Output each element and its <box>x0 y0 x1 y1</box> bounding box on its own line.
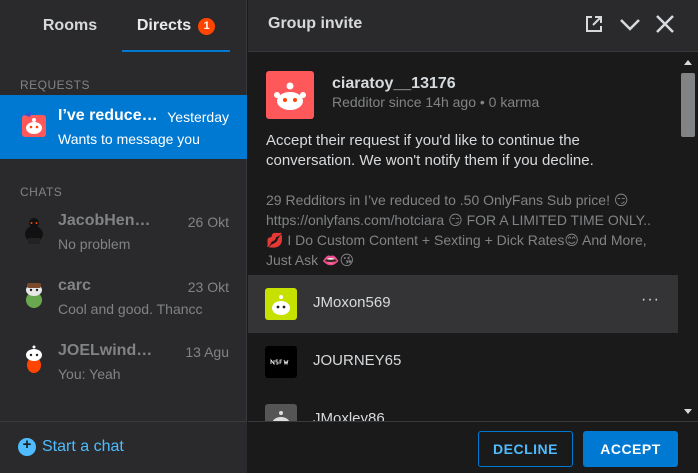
chat-name: carc <box>58 277 91 294</box>
tab-directs-label: Directs <box>136 17 192 34</box>
request-time: Yesterday <box>167 109 229 125</box>
request-name: I’ve reduced to .50 OnlyFans Sub price! <box>58 107 158 124</box>
snoo-avatar-icon <box>26 283 42 308</box>
scroll-down-icon[interactable] <box>684 409 692 414</box>
scroll-up-icon[interactable] <box>684 60 692 65</box>
minimize-button[interactable] <box>618 12 642 36</box>
chat-name: JOELwindows <box>58 342 158 359</box>
chat-item[interactable]: carc 23 Okt Cool and good. Thancc <box>0 265 247 329</box>
popout-button[interactable] <box>582 12 606 36</box>
decline-button[interactable]: DECLINE <box>478 431 573 467</box>
active-tab-indicator <box>122 50 230 52</box>
tab-rooms[interactable]: Rooms <box>16 0 124 52</box>
chat-tabs: Rooms Directs 1 <box>0 0 247 52</box>
panel-header: Group invite <box>248 0 698 52</box>
chat-message: You: Yeah <box>58 366 121 382</box>
profile-username[interactable]: ciaratoy__13176 <box>332 75 456 93</box>
group-description: 29 Redditors in I’ve reduced to .50 Only… <box>266 192 651 268</box>
request-message: Wants to message you <box>58 131 200 147</box>
panel-footer: DECLINE ACCEPT <box>248 421 698 473</box>
snoo-avatar-icon <box>272 295 290 315</box>
chat-sidebar: Rooms Directs 1 REQUESTS I’ve reduced to… <box>0 0 247 473</box>
requests-section-label: REQUESTS <box>20 78 91 92</box>
panel-title: Group invite <box>268 15 363 32</box>
snoo-avatar-icon <box>274 82 306 110</box>
chat-message: No problem <box>58 236 131 252</box>
request-item[interactable]: I’ve reduced to .50 OnlyFans Sub price! … <box>0 95 247 159</box>
chat-item[interactable]: JacobHenderson 26 Okt No problem <box>0 200 247 264</box>
more-options-icon[interactable]: ··· <box>641 291 660 309</box>
chats-section-label: CHATS <box>20 185 63 199</box>
start-chat-button[interactable]: Start a chat <box>18 436 124 456</box>
sidebar-footer: Start a chat <box>0 421 247 473</box>
start-chat-label: Start a chat <box>42 438 124 455</box>
snoo-avatar-icon <box>26 345 42 373</box>
external-link-icon <box>586 16 602 32</box>
member-name: JMoxon569 <box>313 294 391 311</box>
accept-button[interactable]: ACCEPT <box>583 431 678 467</box>
snoo-avatar-icon <box>272 411 290 421</box>
snoo-avatar-icon <box>22 111 46 137</box>
chat-message: Cool and good. Thancc <box>58 301 203 317</box>
member-name: JMoxley86 <box>313 410 385 421</box>
chat-name: JacobHenderson <box>58 212 158 229</box>
chat-item[interactable]: JOELwindows 13 Agu You: Yeah <box>0 330 247 394</box>
member-item[interactable]: JOURNEY65 <box>248 333 678 391</box>
scrollbar[interactable] <box>678 53 698 421</box>
invite-body[interactable]: ciaratoy__13176 Redditor since 14h ago •… <box>248 53 698 421</box>
tab-rooms-label: Rooms <box>42 17 98 34</box>
profile-meta: Redditor since 14h ago • 0 karma <box>332 94 540 110</box>
invite-panel: Group invite ciaratoy__13176 Redditor si… <box>248 0 698 473</box>
profile-avatar <box>266 71 314 119</box>
nsfw-avatar-icon <box>269 358 293 366</box>
chat-time: 13 Agu <box>185 344 229 360</box>
chat-time: 26 Okt <box>187 214 229 230</box>
new-chat-icon <box>18 436 36 456</box>
snoo-avatar-icon <box>25 218 43 244</box>
tab-directs[interactable]: Directs 1 <box>122 0 230 52</box>
invite-notice: Accept their request if you'd like to co… <box>266 132 594 169</box>
member-item[interactable]: JMoxley86 <box>248 391 678 421</box>
member-name: JOURNEY65 <box>313 352 402 369</box>
close-button[interactable] <box>653 12 677 36</box>
member-item[interactable]: JMoxon569 ··· <box>248 275 678 333</box>
member-avatar <box>265 404 297 421</box>
chevron-down-icon <box>620 19 640 31</box>
member-avatar <box>265 346 297 378</box>
scrollbar-thumb[interactable] <box>681 73 695 137</box>
chat-time: 23 Okt <box>187 279 229 295</box>
close-icon <box>656 15 674 33</box>
member-avatar <box>265 288 297 320</box>
unread-badge: 1 <box>198 17 216 35</box>
